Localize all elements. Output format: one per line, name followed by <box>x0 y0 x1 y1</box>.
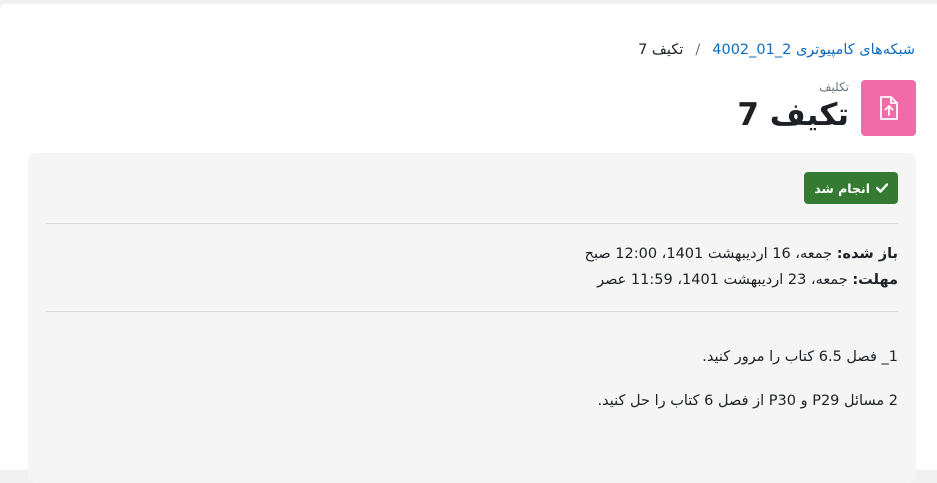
divider <box>46 311 898 312</box>
due-value: جمعه، 23 اردیبهشت 1401، 11:59 عصر <box>597 272 848 288</box>
completion-badge: انجام شد <box>804 172 898 204</box>
page-header: تکلیف تکیف 7 <box>737 80 916 136</box>
title-block: تکلیف تکیف 7 <box>737 80 849 136</box>
page: شبکه‌های کامپیوتری 2_01_4002 / تکیف 7 تک… <box>0 4 937 483</box>
assignment-description: 1_ فصل 6.5 کتاب را مرور کنید. 2 مسائل P2… <box>598 346 898 434</box>
opened-date-row: باز شده: جمعه، 16 اردیبهشت 1401، 12:00 ص… <box>585 241 898 267</box>
page-title: تکیف 7 <box>737 97 849 133</box>
due-label: مهلت: <box>852 272 898 288</box>
completion-label: انجام شد <box>814 180 870 196</box>
activity-info-panel: انجام شد باز شده: جمعه، 16 اردیبهشت 1401… <box>28 153 916 483</box>
breadcrumb-course-link[interactable]: شبکه‌های کامپیوتری 2_01_4002 <box>712 42 915 58</box>
divider <box>46 223 898 224</box>
breadcrumb-separator: / <box>695 42 701 58</box>
activity-type-label: تکلیف <box>819 80 849 94</box>
opened-value: جمعه، 16 اردیبهشت 1401، 12:00 صبح <box>584 246 833 262</box>
breadcrumb: شبکه‌های کامپیوتری 2_01_4002 / تکیف 7 <box>638 42 915 58</box>
description-line: 1_ فصل 6.5 کتاب را مرور کنید. <box>702 349 898 365</box>
assignment-upload-icon <box>861 80 916 136</box>
breadcrumb-current: تکیف 7 <box>638 42 684 58</box>
description-line: 2 مسائل P29 و P30 از فصل 6 کتاب را حل کن… <box>597 393 898 409</box>
activity-dates: باز شده: جمعه، 16 اردیبهشت 1401، 12:00 ص… <box>585 241 898 293</box>
opened-label: باز شده: <box>836 246 898 262</box>
due-date-row: مهلت: جمعه، 23 اردیبهشت 1401، 11:59 عصر <box>585 267 898 293</box>
check-icon <box>876 183 888 193</box>
